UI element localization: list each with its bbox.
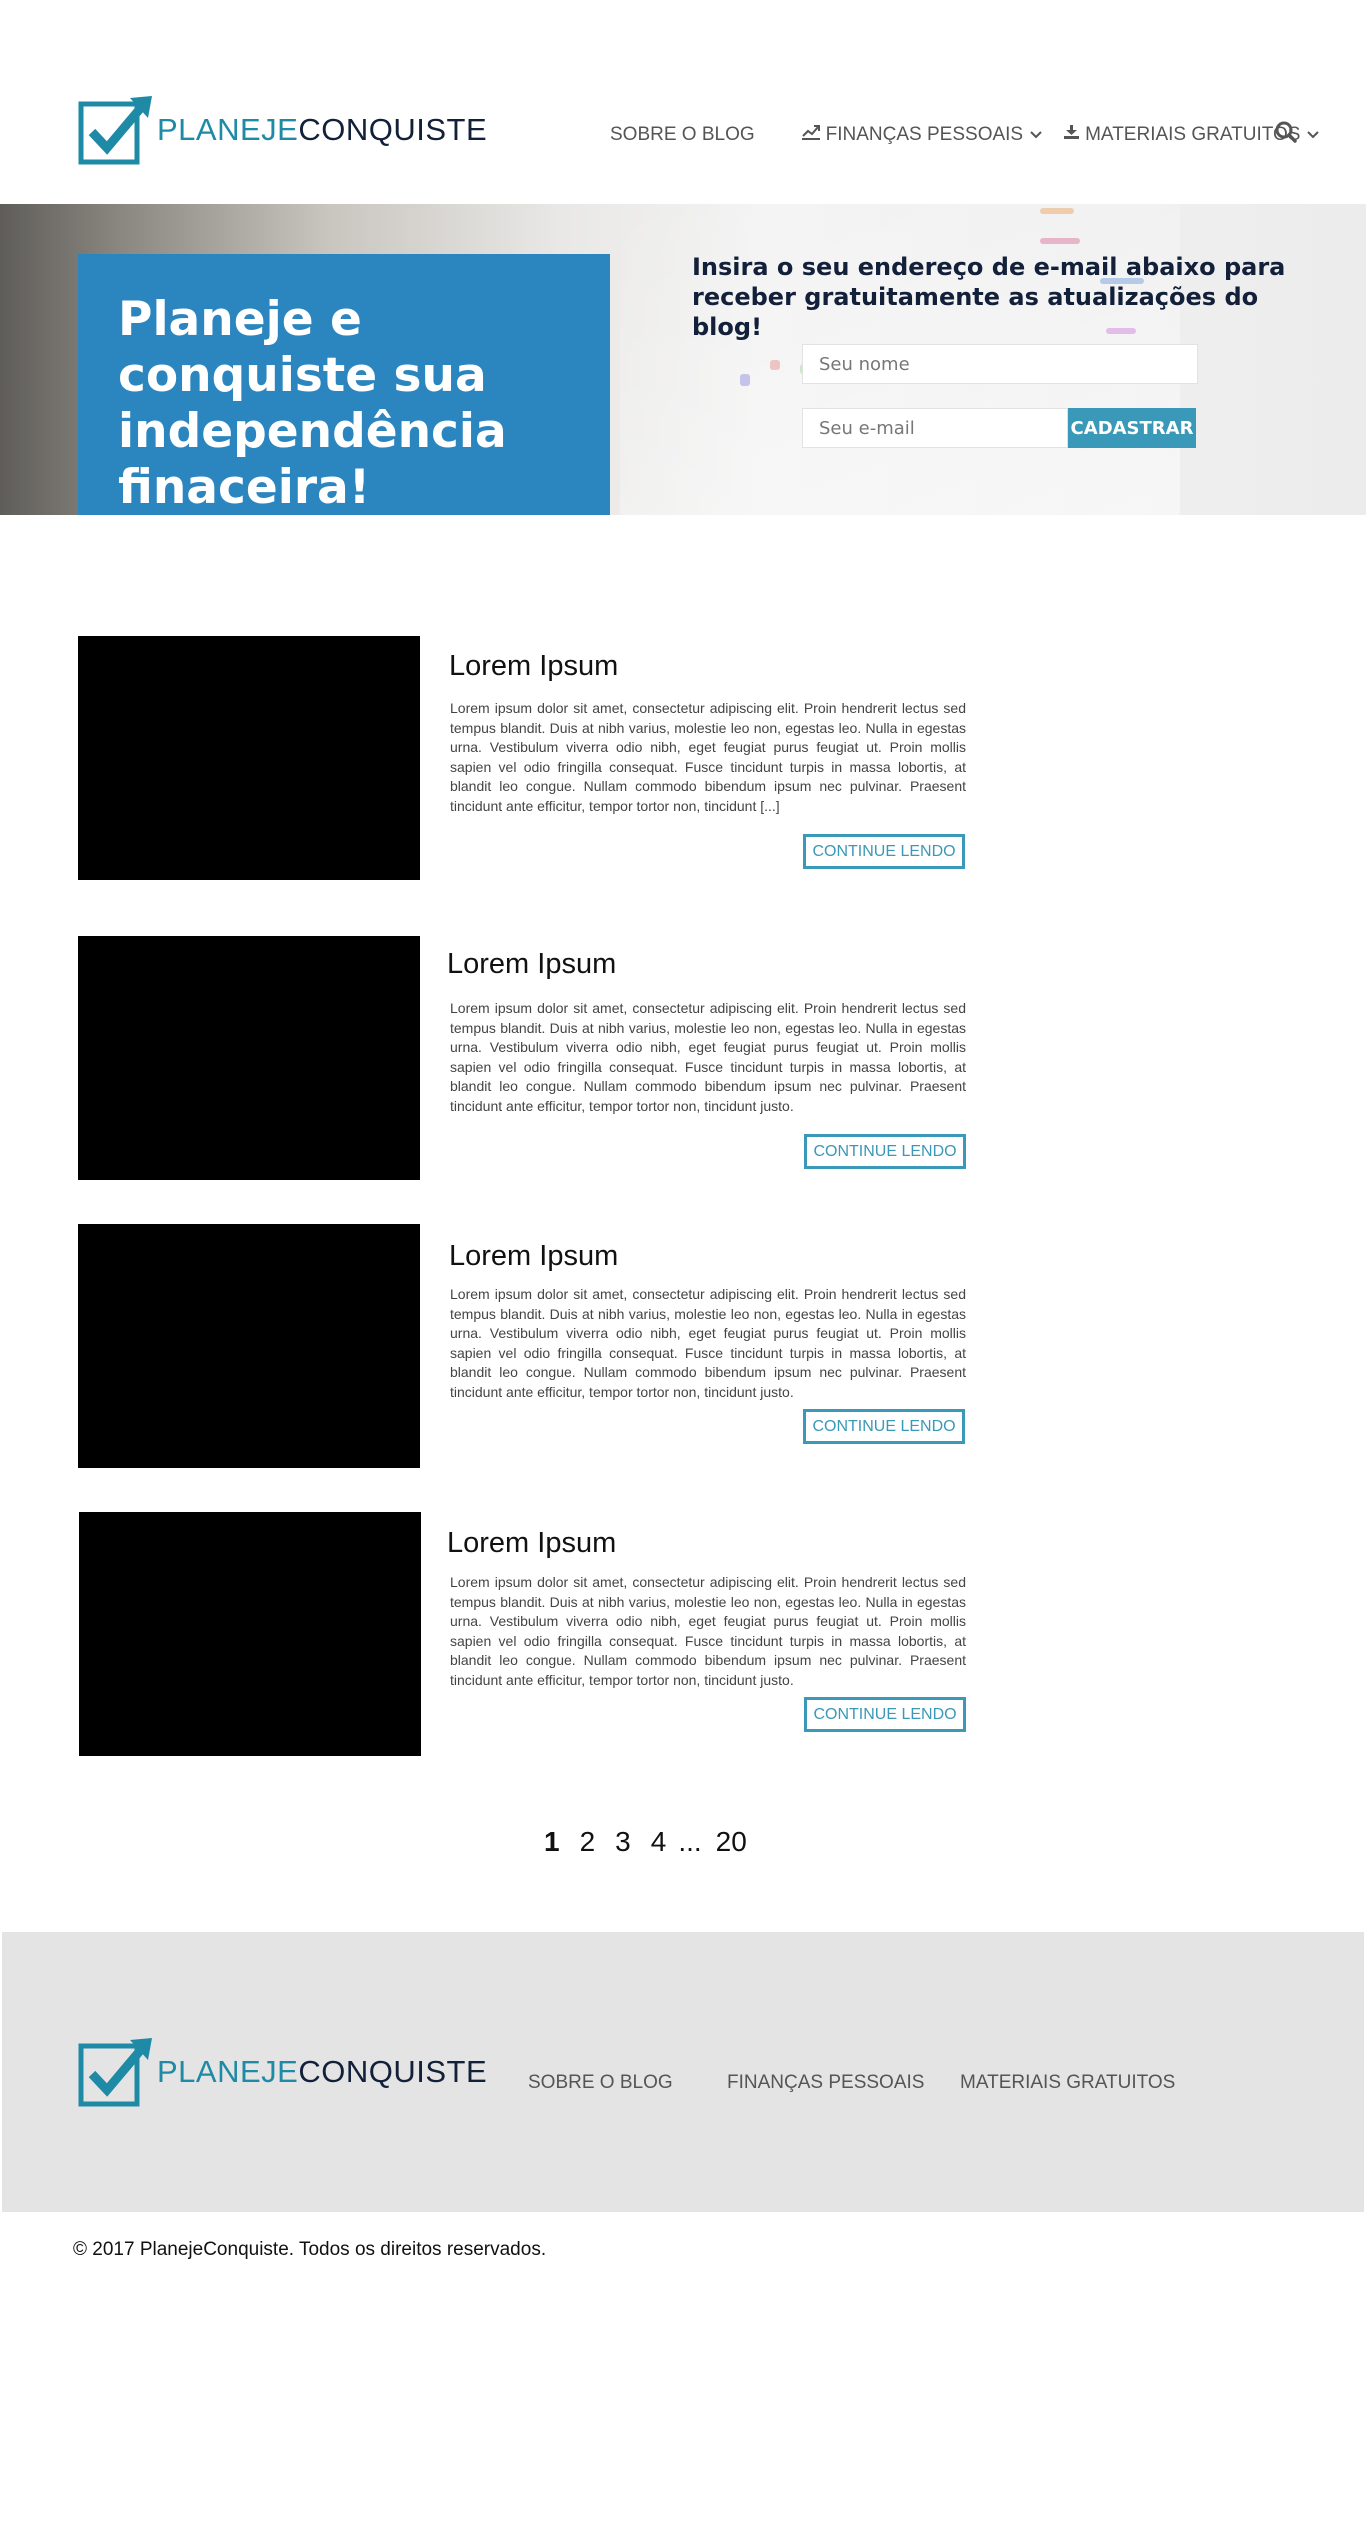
- logo-wordmark-part1: PLANEJE: [157, 2054, 299, 2089]
- hero-background-decoration: [1040, 238, 1080, 244]
- footer-link-financas-pessoais[interactable]: FINANÇAS PESSOAIS: [727, 2072, 924, 2094]
- post-excerpt: Lorem ipsum dolor sit amet, consectetur …: [450, 1574, 966, 1688]
- main-nav: SOBRE O BLOG FINANÇAS PESSOAIS MATERIAIS…: [610, 124, 1320, 146]
- site-footer: PLANEJECONQUISTE SOBRE O BLOG FINANÇAS P…: [2, 1932, 1364, 2212]
- continue-reading-button[interactable]: CONTINUE LENDO: [804, 1134, 966, 1169]
- post-card: Lorem Ipsum Lorem ipsum dolor sit amet, …: [78, 636, 968, 880]
- name-field-placeholder: Seu nome: [819, 353, 910, 375]
- page-link[interactable]: 2: [580, 1826, 596, 1858]
- footer-link-sobre-o-blog[interactable]: SOBRE O BLOG: [528, 2072, 673, 2094]
- post-card: Lorem Ipsum Lorem ipsum dolor sit amet, …: [78, 1512, 968, 1756]
- nav-item-label: SOBRE O BLOG: [610, 124, 755, 145]
- post-card: Lorem Ipsum Lorem ipsum dolor sit amet, …: [78, 936, 968, 1180]
- hero-headline-card: Planeje e conquiste sua independência fi…: [78, 254, 610, 515]
- email-field-placeholder: Seu e-mail: [819, 417, 915, 439]
- post-thumbnail[interactable]: [79, 1512, 421, 1756]
- pagination: 1 2 3 4 ... 20: [544, 1826, 767, 1858]
- post-thumbnail[interactable]: [78, 1224, 420, 1468]
- post-thumbnail[interactable]: [78, 936, 420, 1180]
- page-link-last[interactable]: 20: [716, 1826, 747, 1858]
- nav-item-sobre-o-blog[interactable]: SOBRE O BLOG: [610, 124, 755, 146]
- subscribe-button[interactable]: CADASTRAR: [1068, 408, 1196, 448]
- chevron-down-icon: [1029, 124, 1043, 146]
- logo-check-icon: [78, 94, 153, 166]
- continue-reading-button[interactable]: CONTINUE LENDO: [803, 1409, 965, 1444]
- continue-reading-button[interactable]: CONTINUE LENDO: [804, 1697, 966, 1732]
- logo-wordmark: PLANEJECONQUISTE: [157, 2054, 487, 2090]
- page-link[interactable]: 3: [615, 1826, 631, 1858]
- hero-banner: Planeje e conquiste sua independência fi…: [0, 204, 1366, 515]
- site-header: PLANEJECONQUISTE SOBRE O BLOG FINANÇAS P…: [0, 0, 1366, 204]
- continue-reading-button[interactable]: CONTINUE LENDO: [803, 834, 965, 869]
- name-field[interactable]: Seu nome: [802, 344, 1198, 384]
- newsletter-invite-text: Insira o seu endereço de e-mail abaixo p…: [692, 253, 1286, 341]
- logo-wordmark-part2: CONQUISTE: [298, 112, 488, 147]
- logo-wordmark-part1: PLANEJE: [157, 112, 299, 147]
- logo-check-icon: [78, 2036, 153, 2108]
- email-field[interactable]: Seu e-mail: [802, 408, 1068, 448]
- page-link-current[interactable]: 1: [544, 1826, 560, 1858]
- footer-logo[interactable]: PLANEJECONQUISTE: [78, 2036, 487, 2108]
- download-icon: [1063, 124, 1080, 146]
- hero-headline: Planeje e conquiste sua independência fi…: [118, 292, 507, 515]
- post-title[interactable]: Lorem Ipsum: [447, 948, 616, 981]
- chart-icon: [801, 124, 821, 146]
- post-title[interactable]: Lorem Ipsum: [449, 650, 618, 683]
- chevron-down-icon: [1306, 124, 1320, 146]
- nav-item-label: FINANÇAS PESSOAIS: [825, 124, 1024, 145]
- logo-wordmark-part2: CONQUISTE: [298, 2054, 488, 2089]
- post-excerpt: Lorem ipsum dolor sit amet, consectetur …: [450, 1286, 966, 1400]
- page-link[interactable]: 4: [651, 1826, 667, 1858]
- copyright-text: © 2017 PlanejeConquiste. Todos os direit…: [73, 2239, 547, 2260]
- post-excerpt: Lorem ipsum dolor sit amet, consectetur …: [450, 1000, 966, 1114]
- nav-item-label: MATERIAIS GRATUITOS: [1085, 124, 1301, 145]
- hero-background-decoration: [740, 374, 750, 386]
- search-icon[interactable]: [1274, 120, 1298, 149]
- hero-background-decoration: [770, 360, 780, 370]
- hero-background-decoration: [1040, 208, 1074, 214]
- post-card: Lorem Ipsum Lorem ipsum dolor sit amet, …: [78, 1224, 968, 1468]
- nav-item-financas-pessoais[interactable]: FINANÇAS PESSOAIS: [801, 124, 1043, 146]
- logo-wordmark: PLANEJECONQUISTE: [157, 112, 487, 148]
- footer-link-materiais-gratuitos[interactable]: MATERIAIS GRATUITOS: [960, 2072, 1175, 2094]
- newsletter-form: Insira o seu endereço de e-mail abaixo p…: [692, 252, 1332, 448]
- post-title[interactable]: Lorem Ipsum: [449, 1240, 618, 1273]
- post-thumbnail[interactable]: [78, 636, 420, 880]
- pagination-ellipsis: ...: [678, 1826, 702, 1857]
- site-logo[interactable]: PLANEJECONQUISTE: [78, 94, 487, 166]
- post-excerpt: Lorem ipsum dolor sit amet, consectetur …: [450, 700, 966, 814]
- post-title[interactable]: Lorem Ipsum: [447, 1527, 616, 1560]
